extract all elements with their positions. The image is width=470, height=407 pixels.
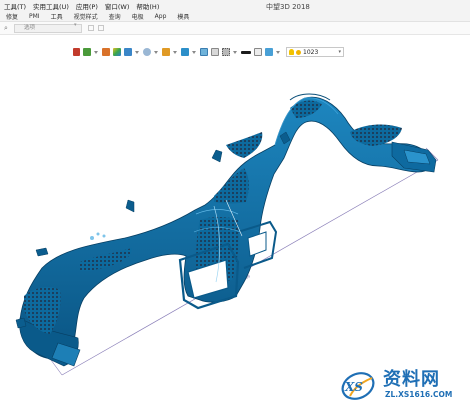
- axis-icon[interactable]: [73, 48, 80, 56]
- watermark-url: ZL.XS1616.COM: [385, 390, 453, 399]
- chevron-down-icon[interactable]: ▾: [338, 49, 343, 55]
- tab-mold[interactable]: 模具: [177, 12, 189, 21]
- tab-app[interactable]: App: [155, 13, 167, 20]
- chevron-down-icon[interactable]: [276, 50, 280, 54]
- menu-window[interactable]: 窗口(W): [105, 1, 130, 11]
- ribbon-tabs: 修复 PMI 工具 视觉样式 查询 电极 App 模具: [0, 12, 470, 22]
- menu-apps[interactable]: 应用(P): [76, 1, 98, 11]
- tab-electrode[interactable]: 电极: [132, 12, 144, 21]
- tab-query[interactable]: 查询: [109, 12, 121, 21]
- menu-tools[interactable]: 工具(T): [4, 1, 26, 11]
- filter-icon[interactable]: [162, 48, 170, 56]
- command-option-icon[interactable]: [98, 25, 104, 31]
- duct-model[interactable]: [15, 93, 437, 367]
- tab-visual-style[interactable]: 视觉样式: [74, 12, 98, 21]
- layer-selector[interactable]: 1023 ▾: [286, 47, 344, 57]
- chevron-down-icon[interactable]: [233, 50, 237, 54]
- cube-icon[interactable]: [124, 48, 132, 56]
- view-toolbar: 1023 ▾: [73, 46, 344, 58]
- graphics-viewport[interactable]: 1272.39: [0, 60, 470, 407]
- command-bar: ⌕ 选项 ▾: [0, 22, 470, 35]
- chevron-down-icon[interactable]: [154, 50, 158, 54]
- logo-icon: XS: [341, 372, 375, 400]
- shade-icon[interactable]: [265, 48, 273, 56]
- pattern-icon[interactable]: [222, 48, 230, 56]
- chevron-down-icon[interactable]: [192, 50, 196, 54]
- menu-bar: 工具(T) 实用工具(U) 应用(P) 窗口(W) 帮助(H) 中望3D 201…: [0, 0, 470, 12]
- command-input[interactable]: 选项: [14, 24, 82, 33]
- cut-icon[interactable]: [211, 48, 219, 56]
- command-dropdown-icon[interactable]: ▾: [74, 22, 77, 28]
- command-icon: ⌕: [4, 24, 8, 32]
- app-title: 中望3D 2018: [266, 3, 310, 11]
- tab-repair[interactable]: 修复: [6, 12, 18, 21]
- line-icon[interactable]: [241, 50, 251, 54]
- layer-value: 1023: [303, 48, 319, 56]
- watermark-brand: 资料网: [383, 369, 440, 390]
- tab-pmi[interactable]: PMI: [29, 13, 40, 20]
- chevron-down-icon[interactable]: [173, 50, 177, 54]
- lock-icon: [296, 49, 301, 55]
- command-option-icon[interactable]: [88, 25, 94, 31]
- menu-utilities[interactable]: 实用工具(U): [33, 1, 69, 11]
- bulb-icon: [289, 49, 294, 55]
- chevron-down-icon[interactable]: [94, 50, 98, 54]
- box-icon[interactable]: [200, 48, 208, 56]
- svg-text:XS: XS: [344, 380, 363, 394]
- sphere-icon[interactable]: [143, 48, 151, 56]
- pen-icon[interactable]: [102, 48, 110, 56]
- chevron-down-icon[interactable]: [135, 50, 139, 54]
- plane-icon[interactable]: [254, 48, 262, 56]
- view-icon[interactable]: [181, 48, 189, 56]
- tab-tools[interactable]: 工具: [51, 12, 63, 21]
- sketch-icon[interactable]: [83, 48, 91, 56]
- palette-icon[interactable]: [113, 48, 121, 56]
- menu-help[interactable]: 帮助(H): [136, 1, 159, 11]
